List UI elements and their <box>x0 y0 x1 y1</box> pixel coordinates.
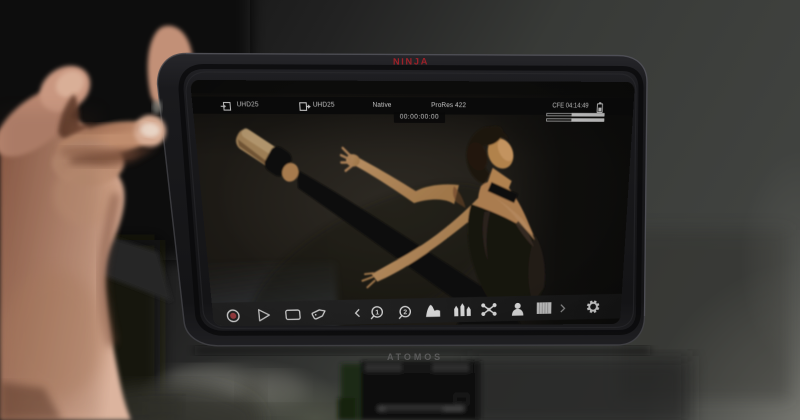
svg-text:NINJA: NINJA <box>393 56 429 66</box>
svg-text:ATOMOS: ATOMOS <box>387 352 443 362</box>
